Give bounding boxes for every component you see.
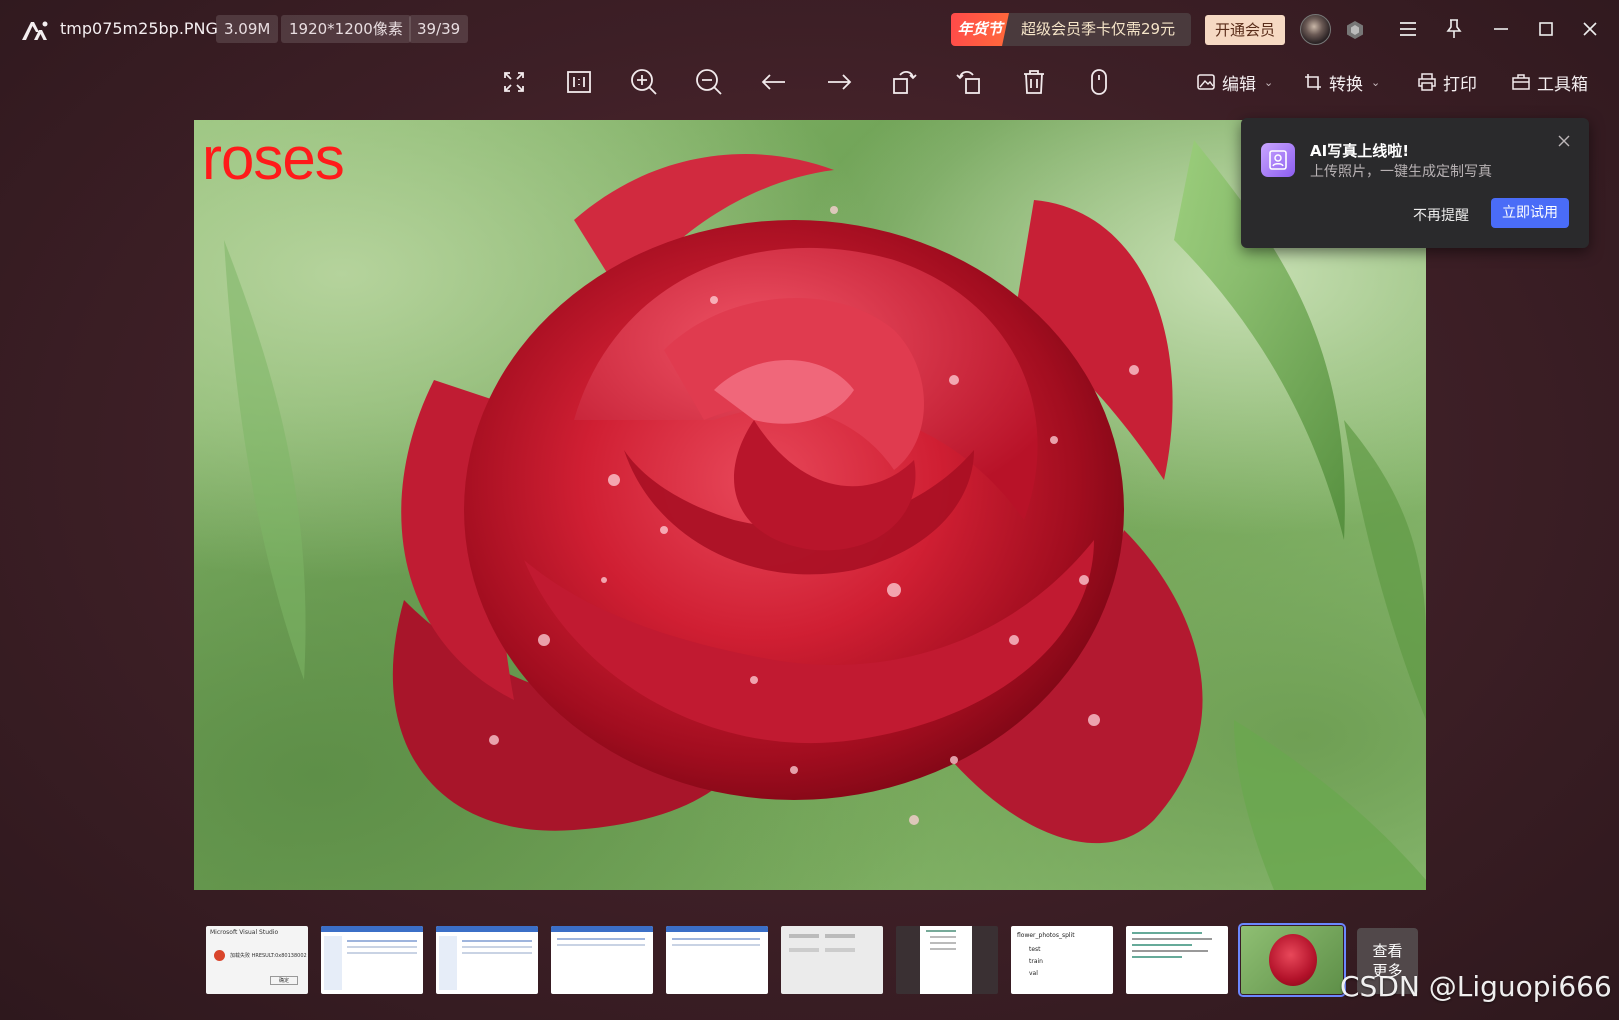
thumbnail-item[interactable] bbox=[896, 926, 998, 994]
open-vip-button[interactable]: 开通会员 bbox=[1205, 15, 1285, 45]
thumbnail-item[interactable] bbox=[321, 926, 423, 994]
promo-text: 超级会员季卡仅需29元 bbox=[1021, 20, 1176, 38]
thumb-folder-train: train bbox=[1029, 958, 1043, 965]
promo-tag: 年货节 bbox=[951, 13, 1009, 46]
image-caption: roses bbox=[202, 125, 345, 192]
watermark: CSDN @Liguopi666 bbox=[1340, 970, 1612, 1003]
print-label: 打印 bbox=[1443, 74, 1477, 95]
mouse-mode-button[interactable] bbox=[1083, 66, 1115, 98]
close-icon[interactable] bbox=[1578, 17, 1602, 41]
avatar[interactable] bbox=[1300, 14, 1331, 45]
toolbox-icon bbox=[1512, 74, 1530, 90]
title-bar: tmp075m25bp.PNG 3.09M 1920*1200像素 39/39 … bbox=[0, 0, 1619, 58]
previous-icon bbox=[761, 74, 785, 90]
edit-menu[interactable]: 编辑 ⌄ bbox=[1196, 68, 1273, 96]
next-icon bbox=[828, 74, 852, 90]
thumbnail-item[interactable]: flower_photos_split test train val bbox=[1011, 926, 1113, 994]
rotate-left-button[interactable] bbox=[888, 66, 920, 98]
zoom-in-icon bbox=[631, 69, 657, 95]
thumbnail-item[interactable] bbox=[666, 926, 768, 994]
zoom-out-icon bbox=[696, 69, 722, 95]
delete-icon bbox=[1024, 70, 1044, 94]
minimize-icon[interactable] bbox=[1489, 17, 1513, 41]
print-button[interactable]: 打印 bbox=[1417, 68, 1477, 96]
thumbnail-item[interactable] bbox=[1126, 926, 1228, 994]
rotate-right-icon bbox=[956, 71, 980, 94]
delete-button[interactable] bbox=[1018, 66, 1050, 98]
chevron-down-icon: ⌄ bbox=[1371, 75, 1381, 89]
actual-size-icon bbox=[567, 71, 591, 93]
next-button[interactable] bbox=[823, 66, 855, 98]
actual-size-button[interactable] bbox=[563, 66, 595, 98]
thumb-dialog-text: 加载失败 HRESULT:0x80138002 bbox=[230, 953, 307, 959]
edit-label: 编辑 bbox=[1222, 74, 1256, 95]
rotate-left-icon bbox=[893, 71, 917, 94]
thumb-folder-test: test bbox=[1029, 946, 1041, 953]
maximize-icon[interactable] bbox=[1534, 17, 1558, 41]
mouse-icon bbox=[1091, 69, 1107, 95]
ai-portrait-icon bbox=[1261, 143, 1295, 177]
thumb-folder-root: flower_photos_split bbox=[1017, 932, 1075, 939]
toolbox-button[interactable]: 工具箱 bbox=[1511, 68, 1588, 96]
toolbox-label: 工具箱 bbox=[1537, 74, 1588, 95]
previous-button[interactable] bbox=[758, 66, 790, 98]
pin-icon[interactable] bbox=[1442, 17, 1466, 41]
print-icon bbox=[1418, 73, 1436, 91]
chevron-down-icon: ⌄ bbox=[1264, 75, 1274, 89]
notification-title: AI写真上线啦! bbox=[1310, 142, 1410, 160]
try-now-button[interactable]: 立即试用 bbox=[1491, 198, 1569, 228]
position-chip: 39/39 bbox=[409, 15, 469, 43]
image-edit-icon bbox=[1197, 74, 1215, 90]
thumb-dialog-title: Microsoft Visual Studio bbox=[210, 929, 279, 936]
thumb-folder-val: val bbox=[1029, 970, 1038, 977]
thumbnail-item[interactable] bbox=[781, 926, 883, 994]
convert-menu[interactable]: 转换 ⌄ bbox=[1303, 68, 1380, 96]
dont-remind-button[interactable]: 不再提醒 bbox=[1413, 202, 1469, 230]
level-badge-icon[interactable] bbox=[1345, 20, 1365, 40]
fullscreen-button[interactable] bbox=[498, 66, 530, 98]
error-icon bbox=[214, 950, 225, 961]
file-name: tmp075m25bp.PNG bbox=[60, 19, 218, 38]
menu-icon[interactable] bbox=[1396, 17, 1420, 41]
thumbnail-item[interactable] bbox=[436, 926, 538, 994]
close-icon[interactable] bbox=[1557, 134, 1571, 148]
zoom-in-button[interactable] bbox=[628, 66, 660, 98]
thumbnail-item-active[interactable] bbox=[1238, 923, 1346, 997]
view-more-line1: 查看 bbox=[1372, 942, 1403, 960]
convert-label: 转换 bbox=[1329, 74, 1363, 95]
dimensions-chip: 1920*1200像素 bbox=[281, 15, 411, 43]
notification-description: 上传照片，一键生成定制写真 bbox=[1310, 164, 1492, 180]
crop-convert-icon bbox=[1305, 74, 1321, 90]
thumb-dialog-button: 确定 bbox=[270, 976, 298, 985]
zoom-out-button[interactable] bbox=[693, 66, 725, 98]
thumbnail-item[interactable]: Microsoft Visual Studio 加载失败 HRESULT:0x8… bbox=[206, 926, 308, 994]
app-logo-icon bbox=[22, 21, 48, 40]
promo-banner[interactable]: 年货节 超级会员季卡仅需29元 bbox=[951, 13, 1191, 46]
ai-portrait-notification: AI写真上线啦! 上传照片，一键生成定制写真 不再提醒 立即试用 bbox=[1241, 118, 1589, 248]
rotate-right-button[interactable] bbox=[953, 66, 985, 98]
fullscreen-icon bbox=[504, 72, 524, 92]
file-size-chip: 3.09M bbox=[216, 15, 279, 43]
thumbnail-item[interactable] bbox=[551, 926, 653, 994]
